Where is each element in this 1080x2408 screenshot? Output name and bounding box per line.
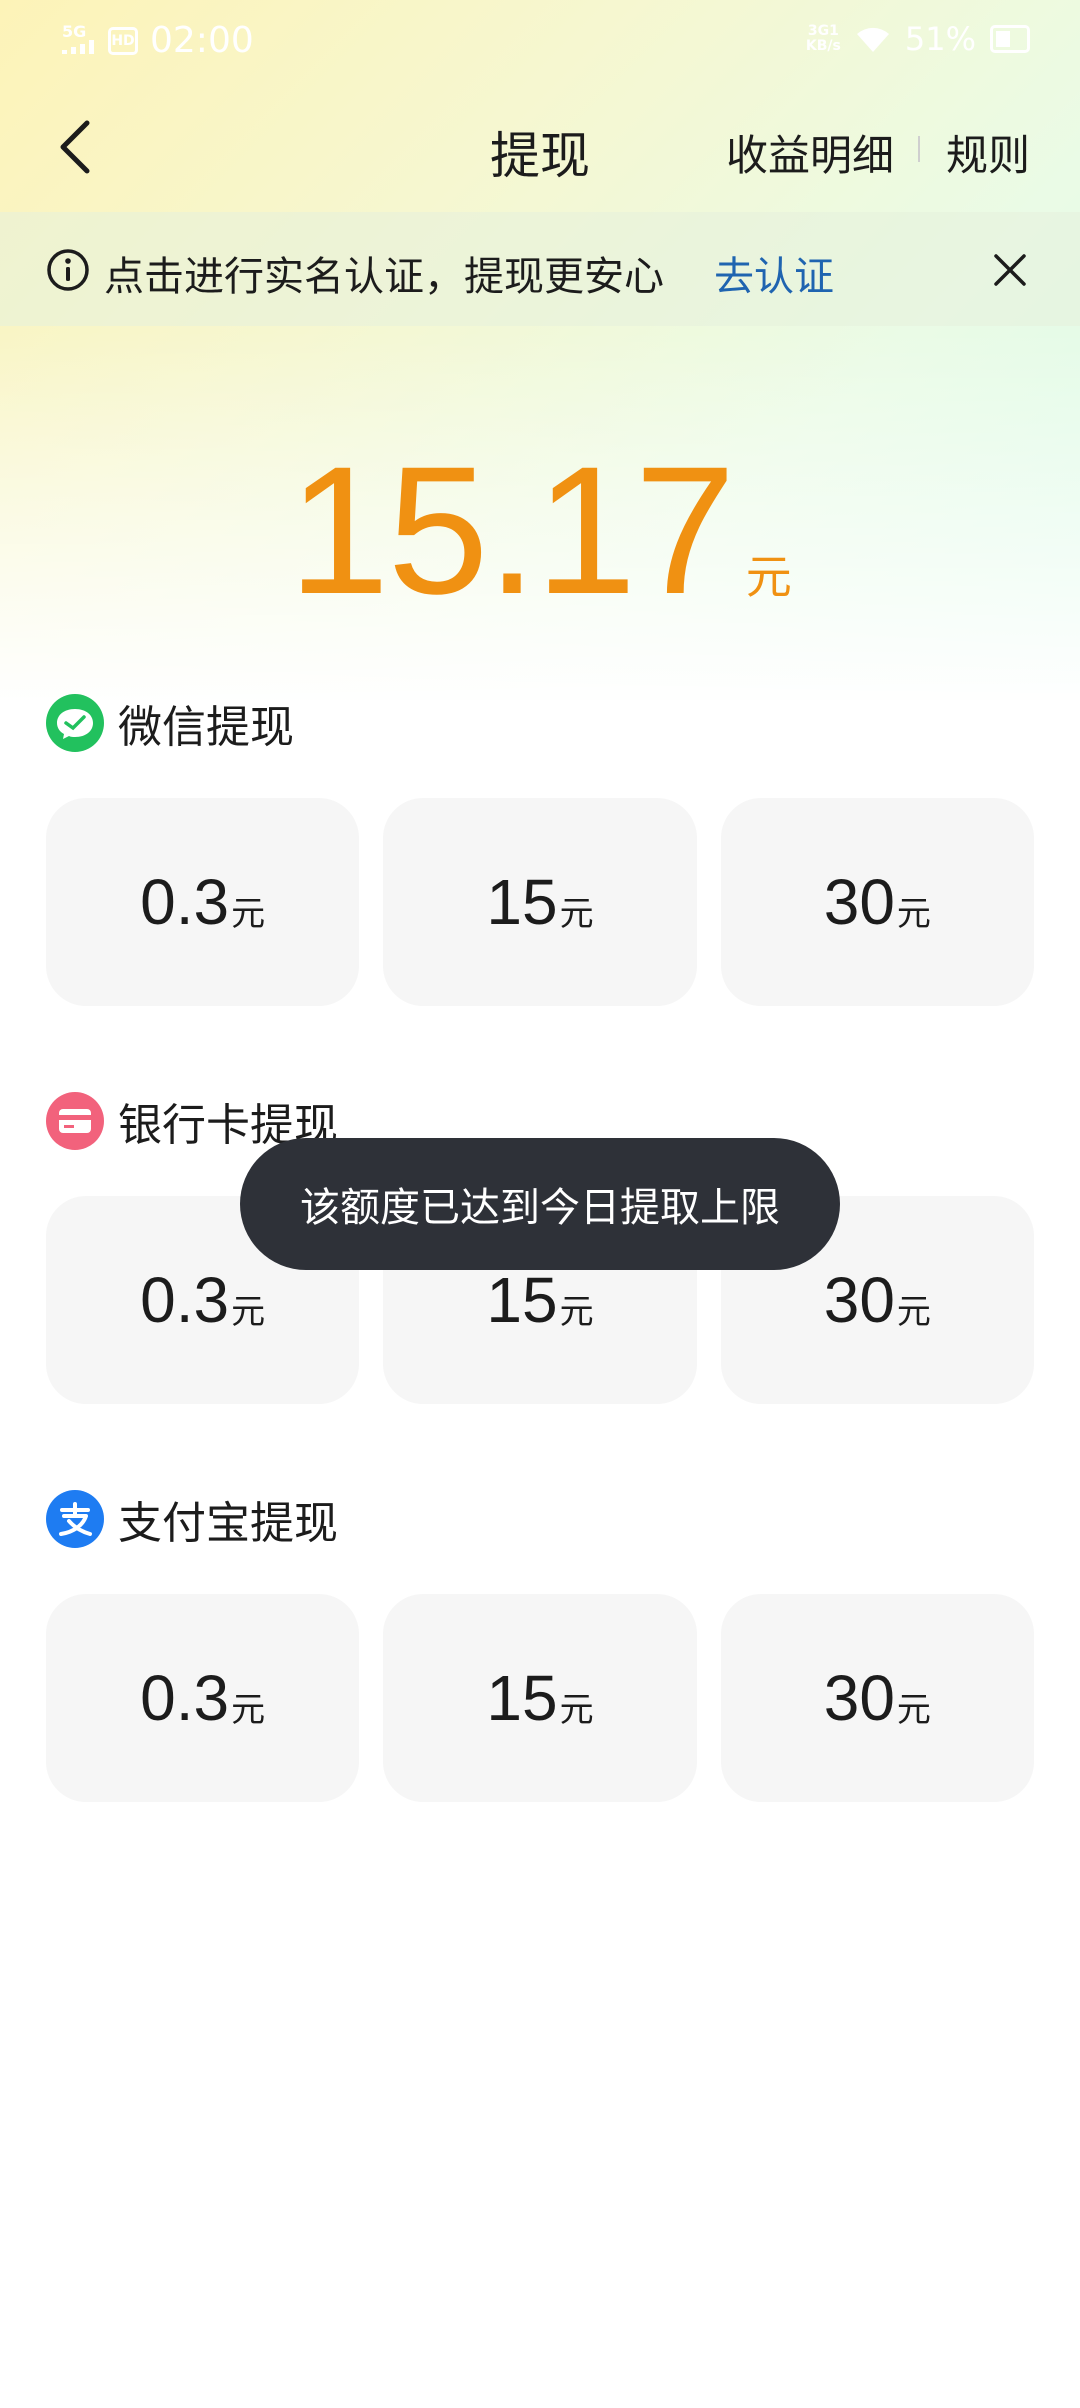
toast-message: 该额度已达到今日提取上限 (240, 1138, 840, 1270)
option-value: 15 (486, 866, 558, 938)
balance-value: 15.17 (288, 428, 735, 632)
option-unit: 元 (559, 893, 594, 934)
option-value: 0.3 (140, 1662, 230, 1734)
nav-bar: 提现 收益明细 规则 (0, 84, 1080, 210)
option-unit: 元 (231, 1689, 266, 1730)
option-unit: 元 (231, 1291, 266, 1332)
amount-option-wechat-0[interactable]: 0.3 元 (46, 798, 360, 1006)
amount-option-alipay-0[interactable]: 0.3 元 (46, 1594, 360, 1802)
wechat-icon (46, 694, 104, 752)
earnings-detail-link[interactable]: 收益明细 (726, 122, 894, 183)
option-unit: 元 (896, 893, 931, 934)
option-unit: 元 (559, 1291, 594, 1332)
close-icon[interactable] (990, 250, 1030, 290)
network-speed: 3G1 KB/s (805, 23, 841, 54)
battery-icon (990, 25, 1030, 53)
status-bar: 5G HD 02:00 3G1 KB/s 51% (0, 0, 1080, 84)
battery-percent: 51% (904, 20, 976, 58)
amount-option-wechat-1[interactable]: 15 元 (383, 798, 697, 1006)
option-value: 15 (486, 1662, 558, 1734)
status-time: 02:00 (150, 20, 254, 61)
signal-label: 5G (62, 22, 87, 41)
option-unit: 元 (231, 893, 266, 934)
info-icon (47, 249, 89, 291)
wechat-options: 0.3 元 15 元 30 元 (46, 798, 1034, 1006)
status-right: 3G1 KB/s 51% (806, 20, 1030, 58)
amount-option-alipay-1[interactable]: 15 元 (383, 1594, 697, 1802)
wifi-icon (856, 27, 889, 52)
bank-card-icon (46, 1092, 104, 1150)
signal-icon: 5G (62, 24, 96, 57)
option-value: 0.3 (140, 866, 230, 938)
section-wechat: 微信提现 (46, 691, 294, 755)
section-title: 支付宝提现 (118, 1498, 338, 1549)
verification-banner: 点击进行实名认证，提现更安心 去认证 (0, 212, 1080, 326)
nav-divider (918, 136, 920, 162)
amount-option-wechat-2[interactable]: 30 元 (720, 798, 1034, 1006)
option-value: 0.3 (140, 1264, 230, 1336)
alipay-options: 0.3 元 15 元 30 元 (46, 1594, 1034, 1802)
option-value: 30 (823, 1662, 895, 1734)
sim-icon: HD (108, 26, 138, 55)
amount-option-alipay-2[interactable]: 30 元 (720, 1594, 1034, 1802)
option-unit: 元 (896, 1689, 931, 1730)
option-value: 15 (486, 1264, 558, 1336)
alipay-icon (46, 1490, 104, 1548)
banner-text: 点击进行实名认证，提现更安心 (104, 254, 664, 300)
rules-link[interactable]: 规则 (946, 122, 1030, 183)
balance-unit: 元 (745, 550, 792, 604)
balance-display: 15.17 元 (0, 425, 1080, 635)
section-alipay: 支付宝提现 (46, 1487, 338, 1551)
option-value: 30 (823, 1264, 895, 1336)
option-unit: 元 (559, 1689, 594, 1730)
verify-link[interactable]: 去认证 (714, 244, 834, 302)
option-value: 30 (823, 866, 895, 938)
status-left: 5G HD 02:00 (62, 20, 254, 61)
section-title: 微信提现 (118, 702, 294, 753)
option-unit: 元 (896, 1291, 931, 1332)
